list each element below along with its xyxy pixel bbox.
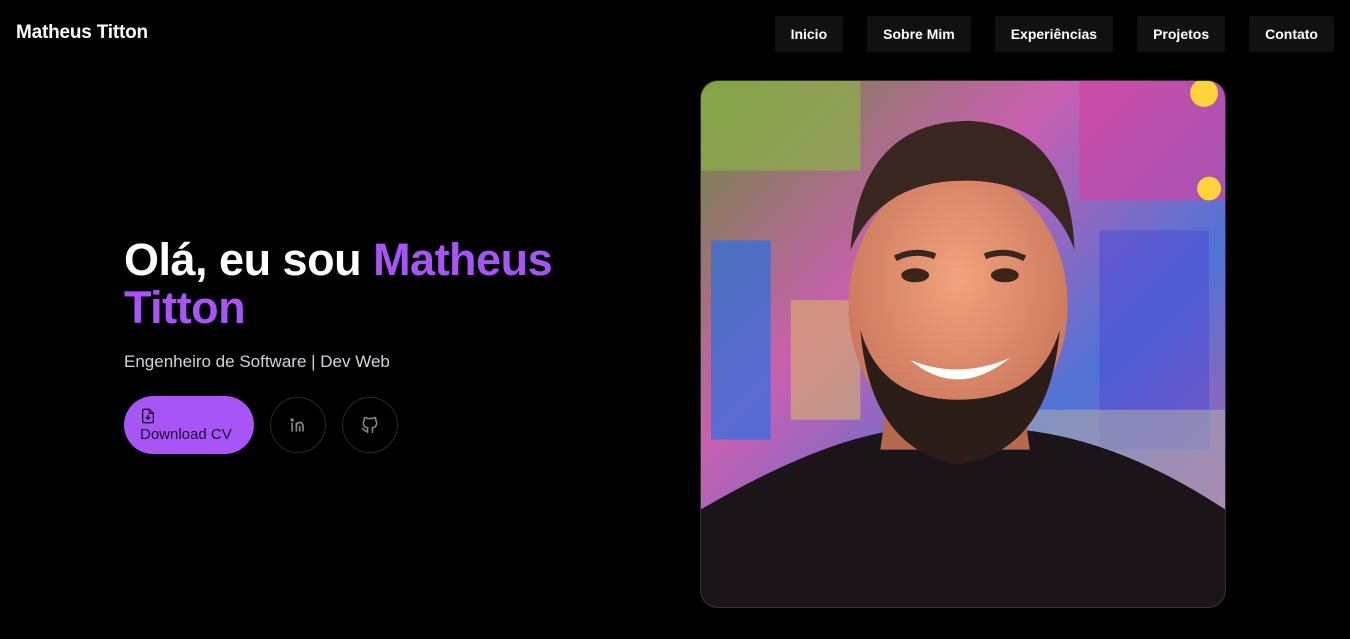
nav-sobre-mim[interactable]: Sobre Mim bbox=[867, 16, 971, 52]
brand-logo[interactable]: Matheus Titton bbox=[16, 22, 148, 44]
github-button[interactable] bbox=[342, 397, 398, 453]
nav-experiencias[interactable]: Experiências bbox=[994, 16, 1114, 52]
download-cv-label: Download CV bbox=[140, 425, 232, 443]
hero-section: Olá, eu sou Matheus Titton Engenheiro de… bbox=[124, 236, 644, 372]
nav-projetos[interactable]: Projetos bbox=[1137, 16, 1226, 52]
download-cv-button[interactable]: Download CV bbox=[124, 396, 254, 454]
main-nav: Inicio Sobre Mim Experiências Projetos C… bbox=[774, 16, 1334, 52]
hero-actions: Download CV bbox=[124, 396, 398, 454]
nav-inicio[interactable]: Inicio bbox=[774, 16, 844, 52]
profile-photo-illustration bbox=[701, 81, 1225, 607]
hero-name-first: Matheus bbox=[373, 234, 553, 285]
profile-photo bbox=[700, 80, 1226, 608]
hero-title: Olá, eu sou Matheus Titton bbox=[124, 236, 644, 332]
nav-contato[interactable]: Contato bbox=[1249, 16, 1334, 52]
hero-subtitle: Engenheiro de Software | Dev Web bbox=[124, 352, 390, 371]
linkedin-button[interactable] bbox=[270, 397, 326, 453]
github-icon bbox=[361, 416, 378, 434]
hero-greeting: Olá, eu sou bbox=[124, 234, 374, 285]
file-download-icon bbox=[142, 408, 154, 423]
hero-name-last: Titton bbox=[124, 282, 246, 333]
linkedin-icon bbox=[290, 418, 304, 432]
